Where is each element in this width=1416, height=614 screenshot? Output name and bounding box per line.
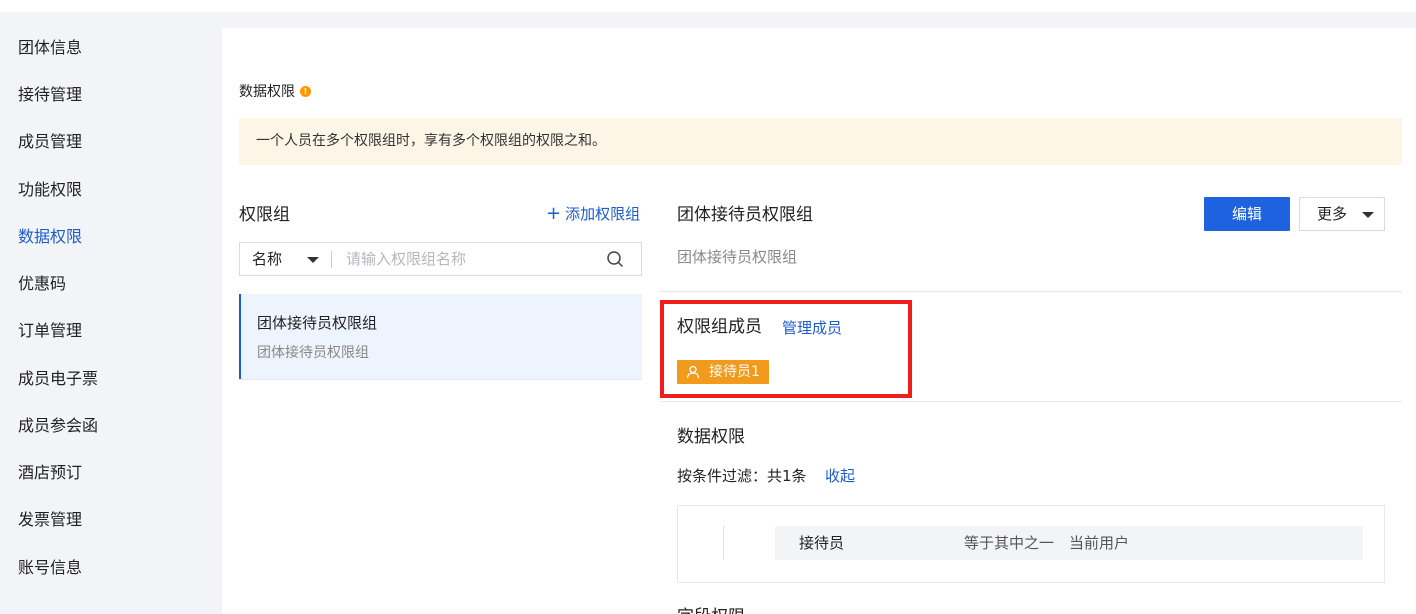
user-icon (686, 365, 700, 379)
sidebar-item-reception[interactable]: 接待管理 (18, 85, 82, 105)
filter-conditions: 接待员 等于其中之一 当前用户 (677, 505, 1385, 583)
divider (660, 401, 1402, 402)
plus-icon: + (546, 203, 562, 224)
sidebar: 团体信息 接待管理 成员管理 功能权限 数据权限 优惠码 订单管理 成员电子票 … (0, 12, 222, 614)
manage-members-link[interactable]: 管理成员 (782, 318, 842, 338)
condition-operator: 等于其中之一 (964, 534, 1055, 552)
add-group-label: 添加权限组 (565, 205, 641, 223)
search-field-label: 名称 (252, 250, 283, 268)
data-permission-title: 数据权限 (677, 427, 745, 447)
divider (239, 379, 642, 380)
page-title-text: 数据权限 (239, 84, 295, 100)
sidebar-item-invoice[interactable]: 发票管理 (18, 510, 82, 530)
info-icon[interactable]: ! (300, 86, 311, 97)
sidebar-item-account[interactable]: 账号信息 (18, 558, 82, 578)
sidebar-item-coupon[interactable]: 优惠码 (18, 274, 66, 294)
more-button[interactable]: 更多 (1299, 197, 1385, 231)
condition-value: 当前用户 (1069, 534, 1130, 552)
condition-field: 接待员 (799, 534, 845, 552)
member-tag[interactable]: 接待员1 (677, 360, 769, 384)
top-bar (0, 0, 1416, 12)
detail-description: 团体接待员权限组 (677, 248, 798, 266)
search-icon[interactable] (606, 250, 624, 268)
search-input[interactable] (346, 247, 596, 271)
group-name: 团体接待员权限组 (257, 314, 378, 332)
group-panel-title: 权限组 (239, 205, 290, 225)
chevron-down-icon[interactable] (307, 257, 319, 263)
group-list-item[interactable]: 团体接待员权限组 团体接待员权限组 (239, 294, 642, 380)
sidebar-item-hotel[interactable]: 酒店预订 (18, 463, 82, 483)
divider (660, 291, 1402, 292)
search-field-select[interactable]: 名称 (252, 250, 282, 268)
condition-connector (723, 526, 724, 560)
detail-title: 团体接待员权限组 (677, 205, 813, 225)
notice-banner: 一个人员在多个权限组时，享有多个权限组的权限之和。 (239, 118, 1402, 165)
sidebar-item-data-permission[interactable]: 数据权限 (18, 227, 82, 247)
member-tag-label: 接待员1 (709, 364, 760, 380)
sidebar-item-invitation[interactable]: 成员参会函 (18, 416, 98, 436)
sidebar-item-e-tickets[interactable]: 成员电子票 (18, 369, 98, 389)
chevron-down-icon (1362, 212, 1374, 218)
more-label: 更多 (1317, 205, 1348, 223)
filter-summary: 按条件过滤：共1条 (677, 467, 807, 485)
add-group-button[interactable]: + 添加权限组 (546, 204, 640, 224)
page-title: 数据权限! (239, 83, 311, 101)
members-section-title: 权限组成员 (677, 317, 762, 337)
collapse-link[interactable]: 收起 (825, 466, 855, 486)
field-permission-title: 字段权限 (677, 606, 745, 614)
edit-button[interactable]: 编辑 (1204, 197, 1290, 231)
search-divider (331, 251, 332, 268)
sidebar-item-group-info[interactable]: 团体信息 (18, 38, 82, 58)
sidebar-item-function-permission[interactable]: 功能权限 (18, 180, 82, 200)
sidebar-item-members[interactable]: 成员管理 (18, 132, 82, 152)
main-content: 数据权限! 一个人员在多个权限组时，享有多个权限组的权限之和。 权限组 + 添加权… (222, 28, 1416, 614)
group-search: 名称 (239, 242, 642, 276)
condition-row: 接待员 等于其中之一 当前用户 (775, 526, 1363, 560)
sidebar-item-orders[interactable]: 订单管理 (18, 321, 82, 341)
group-desc: 团体接待员权限组 (257, 345, 369, 361)
